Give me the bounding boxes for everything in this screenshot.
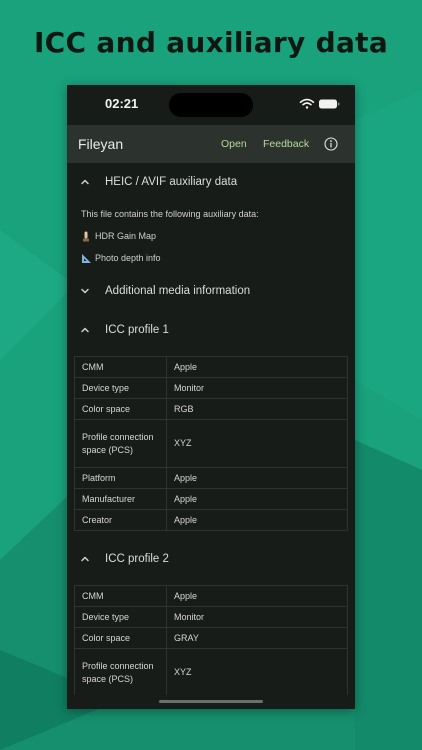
table-row: Device type Monitor	[74, 606, 348, 628]
status-icons	[299, 97, 341, 115]
table-value: RGB	[166, 398, 348, 420]
table-key: Color space	[74, 398, 167, 420]
feedback-button[interactable]: Feedback	[263, 138, 309, 150]
table-value: XYZ	[166, 419, 348, 468]
section-title: ICC profile 1	[105, 324, 169, 336]
icc1-table: CMM Apple Device type Monitor Color spac…	[74, 356, 348, 531]
table-value: Apple	[166, 509, 348, 531]
chevron-up-icon	[81, 327, 89, 333]
phone-screen: 02:21 Fileyan Open Feedback HEIC / AVIF …	[67, 85, 355, 709]
section-title: HEIC / AVIF auxiliary data	[105, 176, 238, 188]
table-key: Profile connection space (PCS)	[74, 419, 167, 468]
app-bar: Fileyan Open Feedback	[67, 125, 355, 163]
table-key: Device type	[74, 606, 167, 628]
aux-item-label: HDR Gain Map	[95, 231, 157, 241]
table-key: Platform	[74, 467, 167, 489]
table-key: Manufacturer	[74, 488, 167, 510]
table-value: Monitor	[166, 606, 348, 628]
triangle-ruler-icon	[82, 254, 91, 263]
table-key: CMM	[74, 356, 167, 378]
table-key: Profile connection space (PCS)	[74, 648, 167, 695]
hdr-gain-map-icon	[83, 231, 89, 242]
table-value: Apple	[166, 488, 348, 510]
info-icon[interactable]	[324, 137, 338, 151]
home-indicator[interactable]	[159, 700, 263, 703]
aux-intro: This file contains the following auxilia…	[81, 209, 259, 219]
table-value: Apple	[166, 585, 348, 607]
table-row: Color space GRAY	[74, 627, 348, 649]
section-title: ICC profile 2	[105, 553, 169, 565]
table-value: Apple	[166, 356, 348, 378]
promo-headline: ICC and auxiliary data	[33, 26, 389, 59]
table-value: Monitor	[166, 377, 348, 399]
table-row: Creator Apple	[74, 509, 348, 531]
table-row: CMM Apple	[74, 585, 348, 607]
open-button[interactable]: Open	[221, 138, 247, 150]
table-key: Creator	[74, 509, 167, 531]
icc2-table: CMM Apple Device type Monitor Color spac…	[74, 585, 348, 695]
section-title: Additional media information	[105, 285, 251, 297]
section-header-icc1[interactable]: ICC profile 1	[67, 318, 355, 344]
aux-item-label: Photo depth info	[95, 253, 161, 263]
table-row: Platform Apple	[74, 467, 348, 489]
table-row: Color space RGB	[74, 398, 348, 420]
app-title: Fileyan	[78, 136, 124, 152]
table-row: CMM Apple	[74, 356, 348, 378]
section-header-icc2[interactable]: ICC profile 2	[67, 547, 355, 573]
table-row: Profile connection space (PCS) XYZ	[74, 648, 348, 695]
chevron-up-icon	[81, 556, 89, 562]
content-scroll[interactable]: HEIC / AVIF auxiliary data This file con…	[67, 163, 355, 695]
table-key: Color space	[74, 627, 167, 649]
table-value: Apple	[166, 467, 348, 489]
chevron-down-icon	[81, 288, 89, 294]
table-key: Device type	[74, 377, 167, 399]
battery-icon	[319, 99, 340, 109]
wifi-icon	[299, 98, 315, 109]
table-row: Manufacturer Apple	[74, 488, 348, 510]
section-header-aux[interactable]: HEIC / AVIF auxiliary data	[67, 170, 355, 196]
status-time: 02:21	[105, 96, 139, 111]
status-bar: 02:21	[67, 85, 355, 125]
table-row: Profile connection space (PCS) XYZ	[74, 419, 348, 468]
section-header-media[interactable]: Additional media information	[67, 279, 355, 305]
chevron-up-icon	[81, 179, 89, 185]
table-value: XYZ	[166, 648, 348, 695]
table-key: CMM	[74, 585, 167, 607]
table-row: Device type Monitor	[74, 377, 348, 399]
dynamic-island	[169, 93, 253, 117]
table-value: GRAY	[166, 627, 348, 649]
